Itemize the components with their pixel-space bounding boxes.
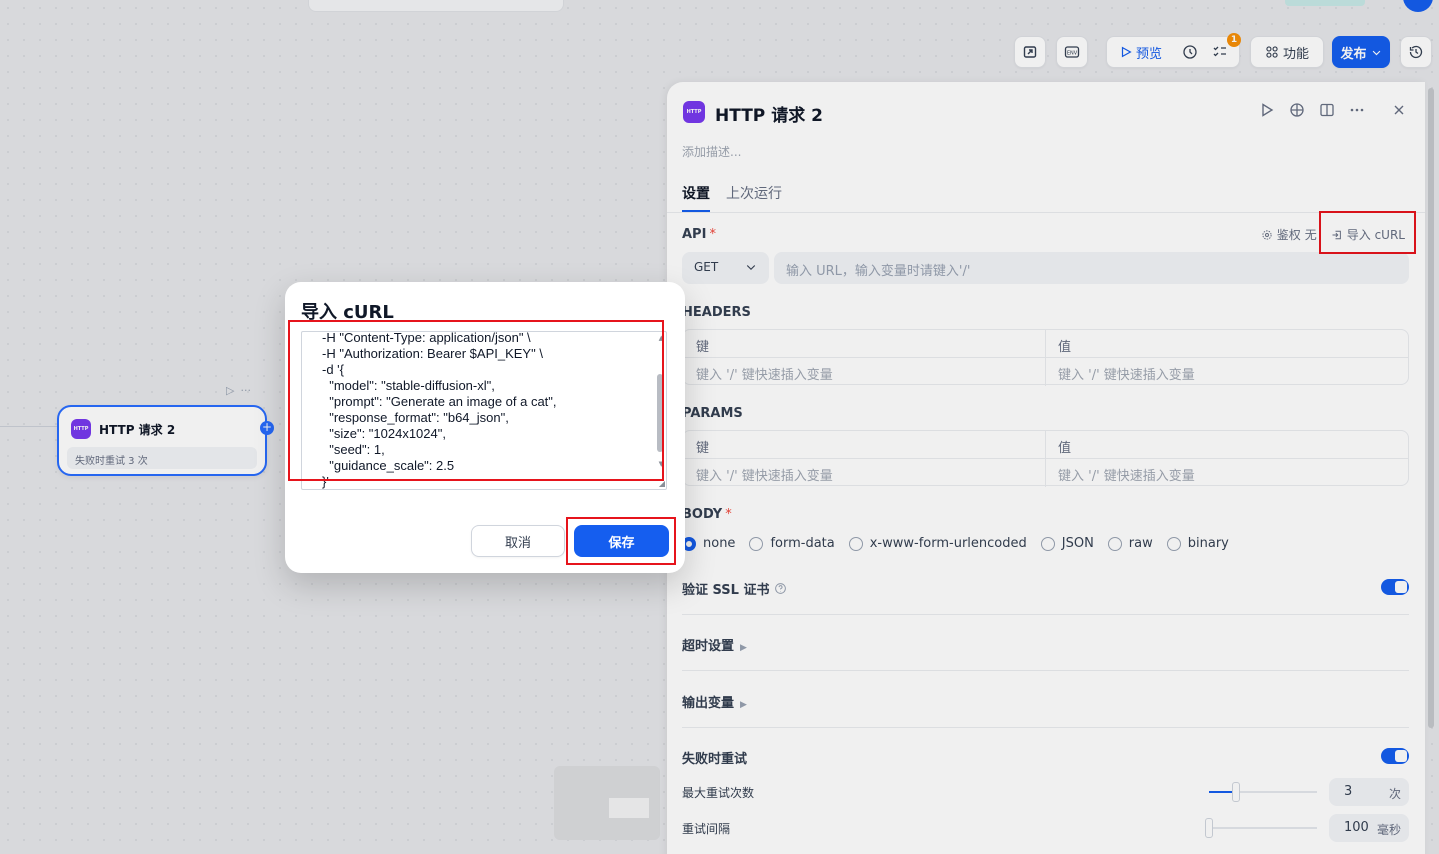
cancel-button[interactable]: 取消 bbox=[471, 525, 565, 557]
highlight-textarea bbox=[288, 320, 664, 481]
highlight-save-button bbox=[566, 517, 676, 565]
modal-overlay bbox=[0, 0, 1439, 854]
